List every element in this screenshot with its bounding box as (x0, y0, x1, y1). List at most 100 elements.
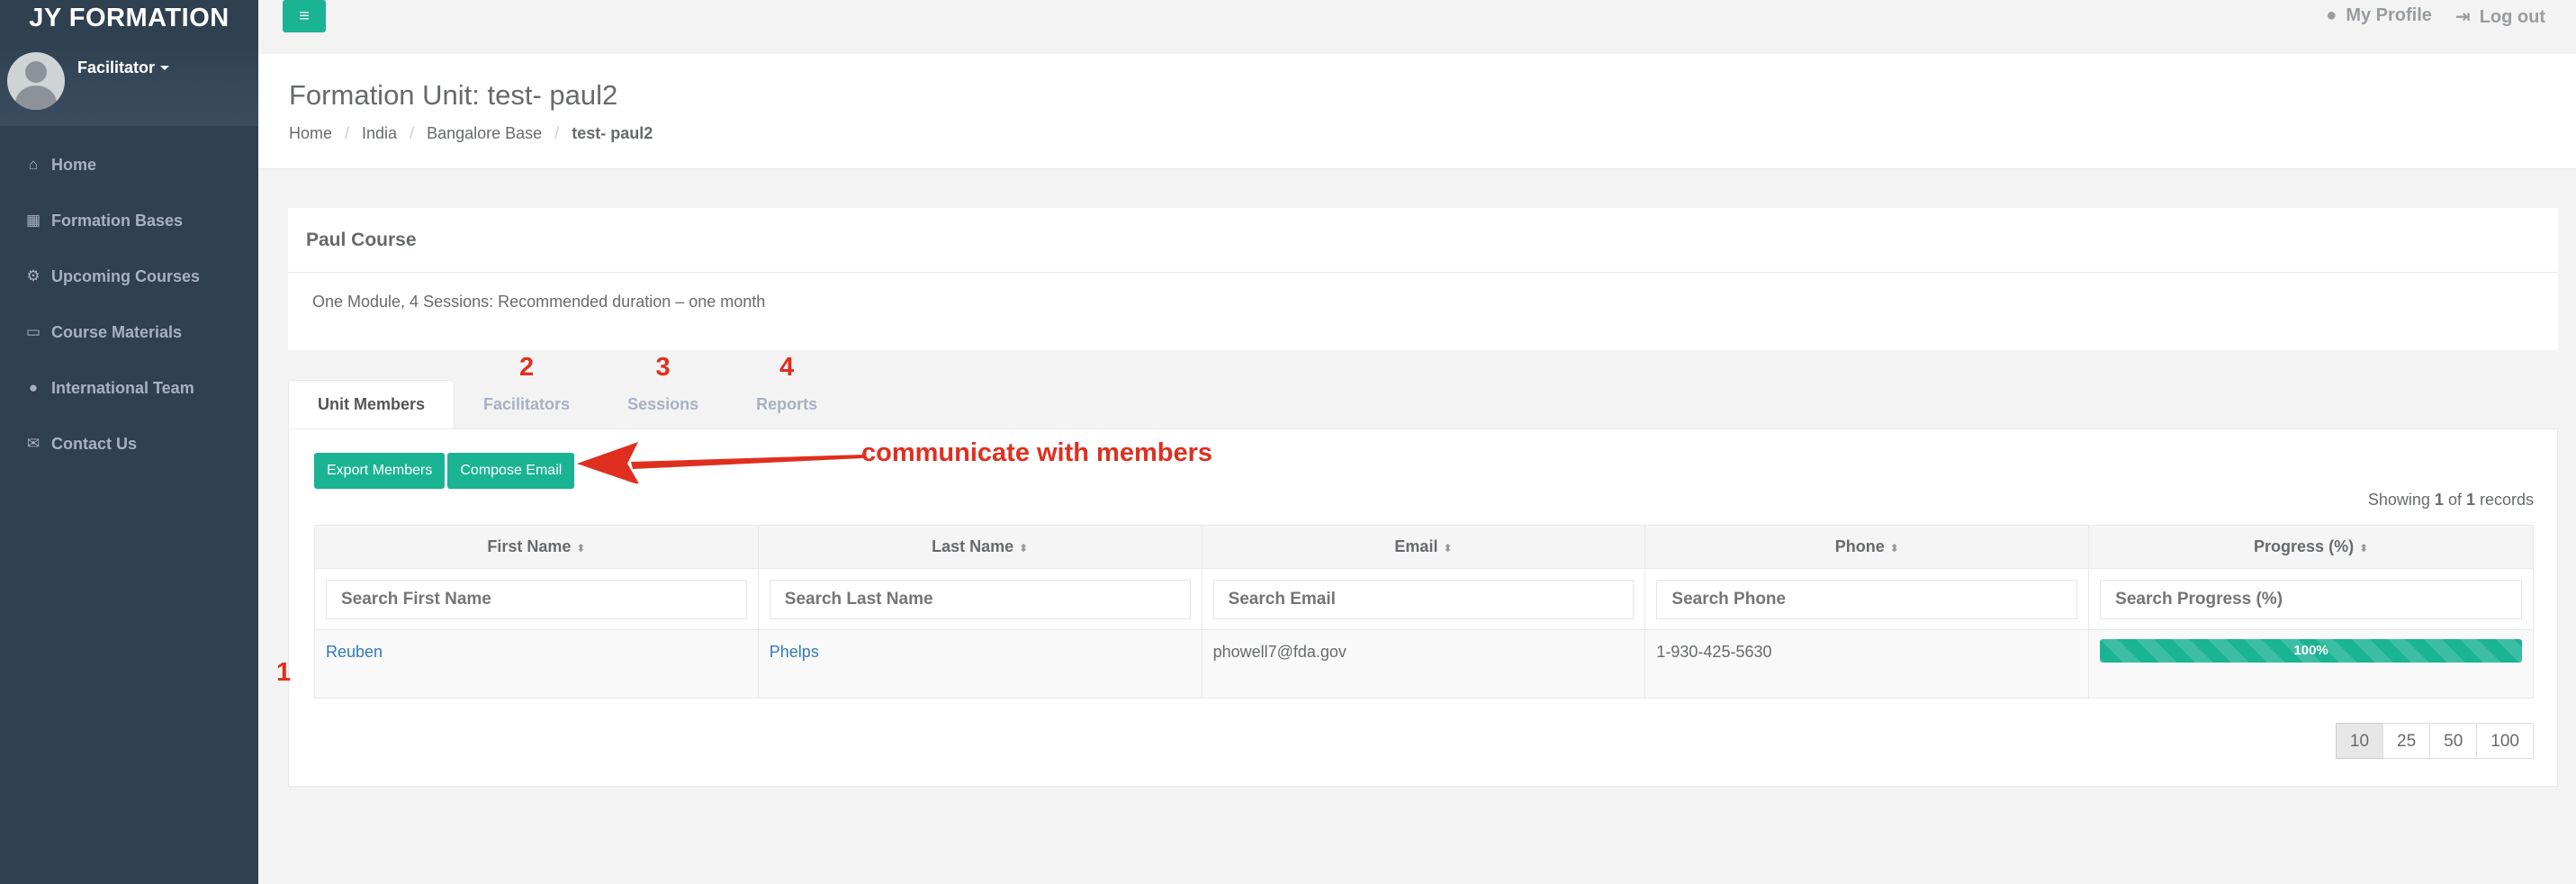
breadcrumb: Home / India / Bangalore Base / test- paul2 (289, 124, 653, 142)
page-heading: Formation Unit: test- paul2 Home / India / B… (258, 54, 2576, 169)
column-header-first-name[interactable]: First Name ⬍ (314, 525, 759, 569)
tab-bar: Unit Members 2 Facilitators 3 Sessions 4 Re… (288, 353, 846, 428)
search-last-name-input[interactable] (769, 579, 1191, 619)
course-title: Paul Course (288, 208, 2558, 273)
globe-icon: ● (28, 379, 39, 396)
tab-unit-members[interactable]: Unit Members (288, 380, 455, 428)
tab-label: Unit Members (318, 395, 426, 413)
sort-icon: ⬍ (2359, 542, 2369, 555)
breadcrumb-home[interactable]: Home (289, 124, 332, 142)
page-size-10[interactable]: 10 (2335, 723, 2384, 759)
cell-progress: 100% (2088, 629, 2534, 699)
tab-label: Facilitators (483, 394, 571, 413)
search-email-input[interactable] (1212, 579, 1635, 619)
member-first-name-link[interactable]: Reuben (326, 643, 383, 661)
annotation-marker: 4 (779, 353, 795, 382)
search-row (314, 568, 2534, 630)
tab-label: Sessions (627, 394, 699, 413)
page-size-100[interactable]: 100 (2476, 723, 2534, 759)
brand-logo: JY FORMATION (29, 4, 230, 32)
export-members-button[interactable]: Export Members (314, 453, 446, 489)
sign-out-icon: ⇥ (2454, 7, 2471, 27)
sort-icon: ⬍ (1443, 542, 1453, 555)
search-cell (2088, 568, 2534, 630)
sidebar-item-formation-bases[interactable]: ▦ Formation Bases (0, 193, 258, 248)
members-panel: Export Members Compose Email communicate… (276, 428, 2558, 787)
member-last-name-link[interactable]: Phelps (770, 643, 819, 661)
search-cell (1201, 568, 1646, 630)
sidebar-nav: ⌂ Home ▦ Formation Bases ⚙ Upcoming Courses… (0, 137, 258, 472)
search-cell (314, 568, 759, 630)
sidebar-item-label: Course Materials (51, 322, 183, 341)
showing-total: 1 (2465, 491, 2475, 509)
compose-email-button[interactable]: Compose Email (447, 453, 575, 489)
sidebar-item-international-team[interactable]: ● International Team (0, 360, 258, 416)
tab-reports[interactable]: 4 Reports (727, 353, 846, 428)
caret-down-icon (160, 65, 170, 70)
cell-first-name: Reuben (314, 629, 759, 699)
action-buttons: Export Members Compose Email (314, 453, 575, 489)
column-label: Last Name (932, 537, 1014, 555)
home-icon: ⌂ (28, 156, 39, 173)
grid-icon: ▦ (25, 212, 41, 229)
annotation-marker: 1 (276, 658, 292, 687)
page-title: Formation Unit: test- paul2 (289, 79, 618, 111)
role-dropdown[interactable]: Facilitator (77, 58, 170, 77)
sidebar: JY FORMATION Facilitator ⌂ Home ▦ Formatio… (0, 0, 258, 884)
tab-facilitators[interactable]: 2 Facilitators (455, 353, 599, 428)
search-progress-input[interactable] (2100, 579, 2522, 619)
sidebar-item-label: International Team (51, 378, 194, 397)
sidebar-item-label: Home (51, 155, 97, 174)
showing-suffix: records (2474, 491, 2534, 509)
chat-icon: ✉ (26, 435, 41, 452)
search-phone-input[interactable] (1656, 579, 2078, 619)
breadcrumb-current: test- paul2 (572, 124, 653, 142)
menu-toggle-button[interactable]: ≡ (283, 0, 326, 32)
tab-sessions[interactable]: 3 Sessions (599, 353, 727, 428)
members-table: First Name ⬍ Last Name ⬍ Email ⬍ Phone ⬍ Pro… (314, 525, 2534, 699)
sidebar-item-upcoming-courses[interactable]: ⚙ Upcoming Courses (0, 248, 258, 304)
showing-prefix: Showing (2367, 491, 2435, 509)
progress-bar: 100% (2100, 639, 2522, 663)
cell-last-name: Phelps (757, 629, 1202, 699)
logout-link[interactable]: ⇥ Log out (2455, 5, 2545, 28)
document-icon: ▭ (25, 323, 41, 340)
annotation-text: communicate with members (861, 438, 1212, 467)
sort-icon: ⬍ (576, 542, 586, 555)
search-cell (1644, 568, 2090, 630)
column-header-email[interactable]: Email ⬍ (1201, 525, 1646, 569)
search-cell (757, 568, 1202, 630)
bicycle-icon: ⚙ (26, 267, 41, 284)
sidebar-item-home[interactable]: ⌂ Home (0, 137, 258, 193)
top-links: ● My Profile ⇥ Log out (2326, 5, 2545, 28)
breadcrumb-country[interactable]: India (362, 124, 397, 142)
progress-label: 100% (2293, 643, 2328, 658)
my-profile-link[interactable]: ● My Profile (2326, 5, 2432, 28)
search-first-name-input[interactable] (326, 579, 747, 619)
breadcrumb-base[interactable]: Bangalore Base (427, 124, 542, 142)
sidebar-item-label: Contact Us (51, 434, 138, 453)
annotation-marker: 2 (518, 353, 535, 382)
annotation-arrow (577, 442, 863, 483)
topbar: ≡ ● My Profile ⇥ Log out (258, 0, 2576, 54)
sort-icon: ⬍ (1019, 542, 1029, 555)
page-size-50[interactable]: 50 (2429, 723, 2478, 759)
sidebar-item-course-materials[interactable]: ▭ Course Materials (0, 304, 258, 360)
logout-label: Log out (2479, 7, 2545, 27)
records-summary: Showing 1 of 1 records (2368, 491, 2534, 510)
column-label: Phone (1834, 537, 1885, 555)
course-box: Paul Course One Module, 4 Sessions: Reco… (288, 208, 2558, 350)
course-description: One Module, 4 Sessions: Recommended dura… (312, 293, 766, 311)
role-label: Facilitator (77, 58, 156, 77)
cell-email: phowell7@fda.gov (1201, 629, 1646, 699)
column-header-last-name[interactable]: Last Name ⬍ (757, 525, 1202, 569)
column-label: Progress (%) (2254, 537, 2355, 555)
annotation-marker: 3 (655, 353, 671, 382)
column-header-phone[interactable]: Phone ⬍ (1644, 525, 2090, 569)
sidebar-item-label: Upcoming Courses (51, 266, 201, 285)
tab-label: Reports (756, 394, 818, 413)
sidebar-item-contact-us[interactable]: ✉ Contact Us (0, 416, 258, 472)
column-header-progress[interactable]: Progress (%) ⬍ (2088, 525, 2534, 569)
sidebar-item-label: Formation Bases (51, 211, 184, 230)
page-size-25[interactable]: 25 (2382, 723, 2431, 759)
